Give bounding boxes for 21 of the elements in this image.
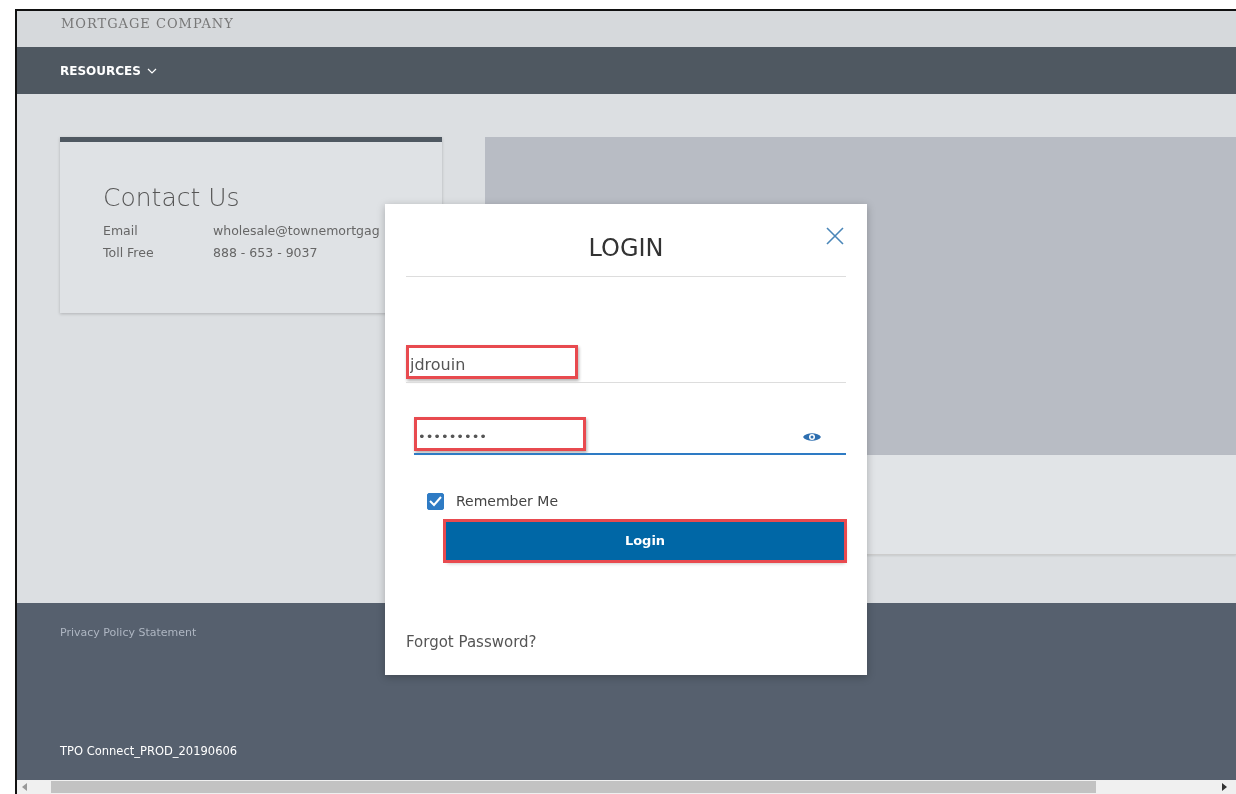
field-value: 888 - 653 - 9037 xyxy=(213,243,318,262)
field-label: Toll Free xyxy=(103,243,155,262)
dialog-title: LOGIN xyxy=(406,204,846,277)
login-button[interactable]: Login xyxy=(446,522,844,560)
username-field[interactable]: jdrouin xyxy=(406,347,846,383)
password-field[interactable]: ••••••••• xyxy=(414,419,846,455)
field-value: wholesale@townemortgag xyxy=(213,221,380,240)
logo-text: MORTGAGE COMPANY xyxy=(61,17,234,31)
remember-checkbox[interactable] xyxy=(427,493,444,510)
checkbox-label: Remember Me xyxy=(456,492,558,511)
field-label: Email xyxy=(103,221,139,240)
card-title: Contact Us xyxy=(103,184,241,212)
version-text: TPO Connect_PROD_20190606 xyxy=(60,742,239,760)
eye-icon[interactable] xyxy=(802,431,822,443)
scroll-left-icon[interactable] xyxy=(21,782,29,792)
scroll-right-icon[interactable] xyxy=(1220,782,1228,792)
horizontal-scrollbar[interactable] xyxy=(17,780,1236,794)
forgot-password-link[interactable]: Forgot Password? xyxy=(406,630,537,653)
close-button[interactable] xyxy=(825,226,845,246)
scrollbar-thumb[interactable] xyxy=(51,781,1096,793)
nav-menu-item[interactable]: RESOURCES xyxy=(60,61,157,80)
